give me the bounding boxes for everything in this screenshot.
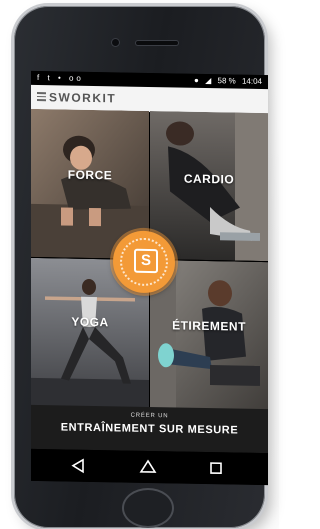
- voicemail-icon: oo: [68, 73, 84, 83]
- status-system-icons: ● ◢ 58 % 14:04: [190, 74, 262, 89]
- workout-category-grid: FORCE CARDIO YOGA ÉTIREMENT S: [31, 108, 268, 411]
- app-brand: SWORKIT: [49, 90, 117, 106]
- home-icon[interactable]: [139, 459, 157, 475]
- home-button[interactable]: [122, 488, 174, 528]
- twitter-icon: t: [47, 73, 53, 83]
- tile-yoga-label: YOGA: [71, 314, 109, 330]
- recent-apps-icon[interactable]: [207, 460, 225, 476]
- badge-letter: S: [134, 248, 158, 274]
- facebook-icon: f: [37, 73, 43, 83]
- hamburger-menu-icon[interactable]: [37, 92, 46, 101]
- phone-screen: f t • oo ● ◢ 58 % 14:04 SWORKIT FORCE CA…: [31, 70, 268, 486]
- front-camera: [112, 39, 119, 46]
- tile-etirement[interactable]: ÉTIREMENT: [150, 260, 268, 411]
- etirement-photo: [150, 260, 268, 411]
- custom-workout-title: ENTRAÎNEMENT SUR MESURE: [60, 421, 239, 437]
- tile-etirement-label: ÉTIREMENT: [172, 318, 246, 334]
- tile-cardio-label: CARDIO: [183, 171, 235, 187]
- back-icon[interactable]: [69, 458, 87, 474]
- signal-icon: ◢: [205, 75, 212, 86]
- custom-workout-button[interactable]: CRÉER UN ENTRAÎNEMENT SUR MESURE: [31, 404, 268, 454]
- sworkit-logo-badge[interactable]: S: [113, 230, 175, 294]
- tile-force-label: FORCE: [67, 167, 113, 183]
- battery-label: 58 %: [217, 76, 236, 86]
- location-icon: ●: [194, 75, 199, 85]
- android-nav-bar: [31, 448, 268, 486]
- status-notification-icons: f t • oo: [37, 71, 84, 86]
- earpiece-speaker: [136, 41, 178, 45]
- notification-icon: •: [57, 73, 64, 83]
- custom-workout-subtitle: CRÉER UN: [130, 412, 169, 420]
- clock: 14:04: [241, 76, 262, 86]
- tile-cardio[interactable]: CARDIO: [150, 111, 268, 262]
